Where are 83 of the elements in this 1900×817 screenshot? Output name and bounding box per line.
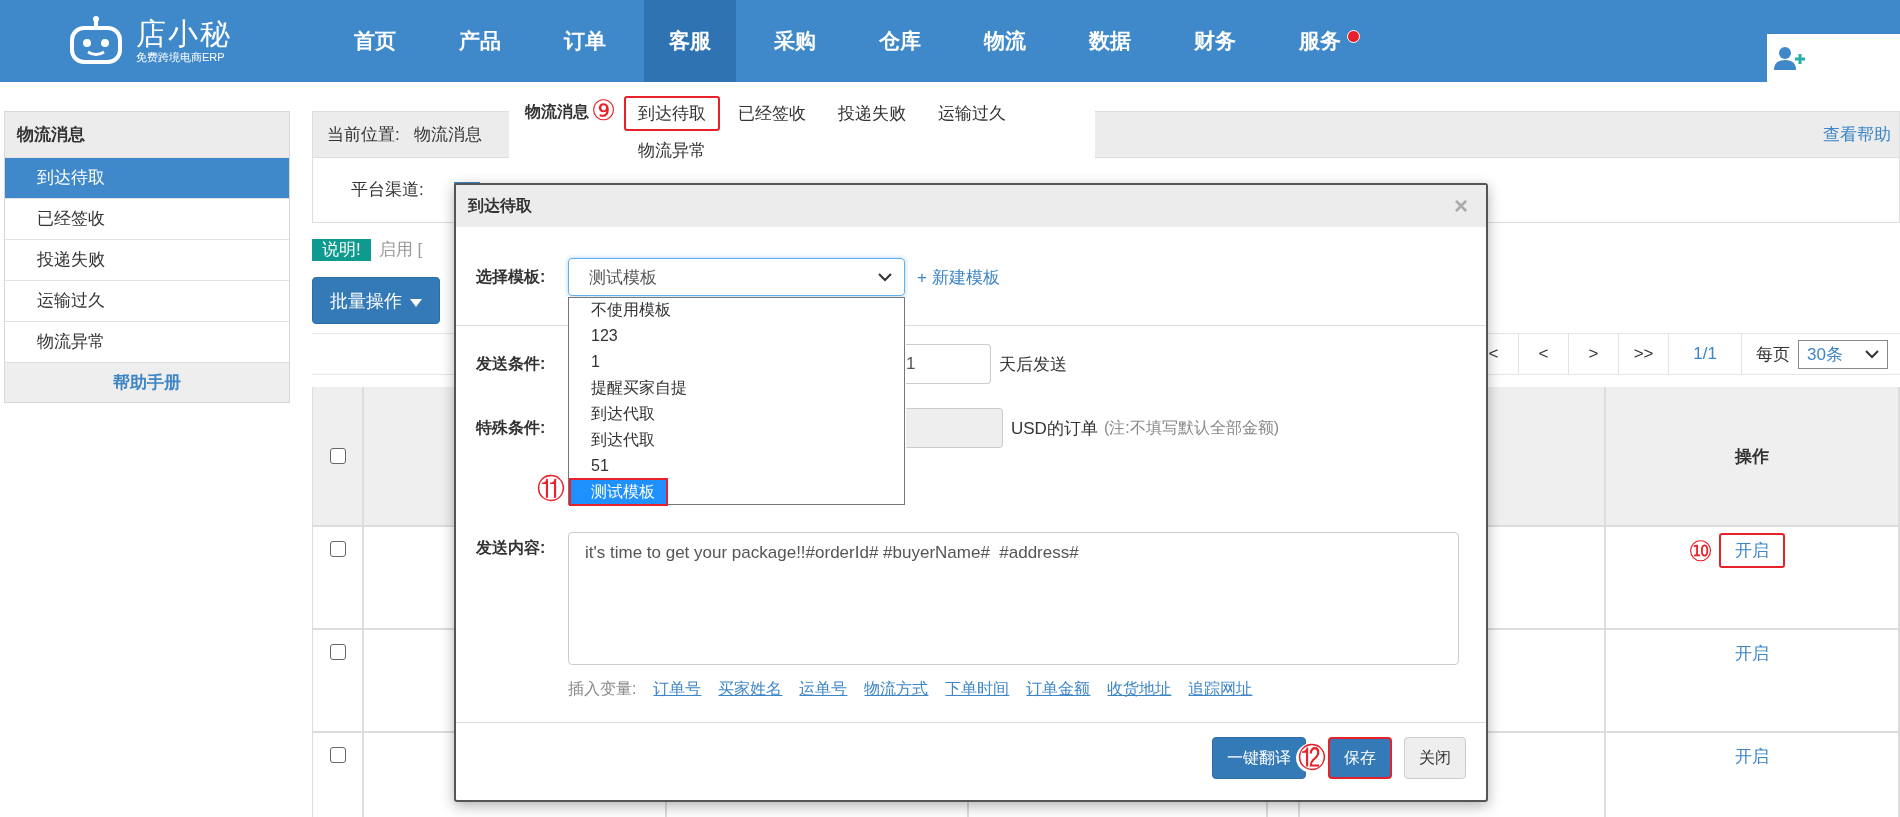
field-note: (注:不填写默认全部金额) bbox=[1103, 417, 1279, 438]
logo-title: 店小秘 bbox=[136, 18, 232, 50]
variable-link[interactable]: 买家姓名 bbox=[718, 679, 783, 700]
checkbox[interactable] bbox=[329, 644, 346, 660]
variable-link[interactable]: 收货地址 bbox=[1107, 679, 1172, 700]
nav-tab[interactable]: 采购 bbox=[749, 0, 841, 82]
dropdown-option[interactable]: 123 bbox=[569, 322, 904, 350]
dialog-title: 到达待取 bbox=[468, 195, 532, 216]
checkbox[interactable] bbox=[329, 448, 346, 464]
sidebar-item[interactable]: 投递失败 bbox=[5, 239, 289, 280]
dropdown-option[interactable]: 1 bbox=[569, 348, 904, 376]
annotation-number: ⑫ bbox=[1296, 743, 1328, 773]
per-page-select[interactable]: 30条 bbox=[1798, 339, 1888, 369]
field-label: 特殊条件: bbox=[476, 417, 547, 438]
logo-subtitle: 免费跨境电商ERP bbox=[136, 50, 226, 64]
dialog-button[interactable]: 关闭 bbox=[1404, 737, 1466, 779]
dropdown-option[interactable]: 不使用模板 bbox=[569, 296, 904, 324]
variable-link[interactable]: 运单号 bbox=[799, 679, 848, 700]
sidebar-item[interactable]: 到达待取 bbox=[5, 157, 289, 198]
user-panel[interactable] bbox=[1767, 34, 1900, 82]
field-suffix: 天后发送 bbox=[999, 353, 1067, 376]
filter-label: 平台渠道: bbox=[351, 179, 424, 201]
batch-actions-button[interactable]: 批量操作 bbox=[312, 277, 440, 324]
dropdown-option[interactable]: 测试模板 bbox=[569, 478, 668, 506]
variables-label: 插入变量: bbox=[568, 679, 637, 699]
sidebar-item[interactable]: 运输过久 bbox=[5, 280, 289, 321]
submenu-item[interactable]: 投递失败 bbox=[824, 96, 921, 131]
field-label: 选择模板: bbox=[476, 266, 547, 287]
help-link[interactable]: 查看帮助 bbox=[1823, 123, 1891, 146]
annotation-number: ⑪ bbox=[537, 474, 565, 504]
enable-link[interactable]: 开启 bbox=[1719, 636, 1785, 671]
message-input-field[interactable]: it's time to get your package!!#orderId# #buyerName# #address# bbox=[568, 532, 1459, 665]
add-user-icon bbox=[1773, 45, 1807, 71]
nav-tab[interactable]: 客服 bbox=[644, 0, 736, 82]
enable-link[interactable]: 开启 bbox=[1719, 533, 1785, 568]
submenu-item[interactable]: 运输过久 bbox=[924, 96, 1021, 131]
days-input-field[interactable]: 1 bbox=[906, 344, 991, 384]
nav-tab[interactable]: 订单 bbox=[539, 0, 631, 82]
nav-tab[interactable]: 产品 bbox=[434, 0, 526, 82]
sidebar-item[interactable]: 已经签收 bbox=[5, 198, 289, 239]
sidebar-title: 物流消息 bbox=[5, 112, 289, 157]
new-template-link[interactable]: + 新建模板 bbox=[917, 265, 1000, 289]
per-page-label: 每页 bbox=[1756, 343, 1791, 366]
page-indicator: 1/1 bbox=[1668, 334, 1743, 374]
chevron-down-icon bbox=[878, 272, 892, 282]
enable-link[interactable]: 开启 bbox=[1719, 739, 1785, 774]
caret-icon bbox=[409, 298, 422, 307]
amount-input-field[interactable] bbox=[906, 408, 1003, 448]
variable-link[interactable]: 订单号 bbox=[653, 679, 702, 700]
variable-link[interactable]: 物流方式 bbox=[864, 679, 929, 700]
nav-tab[interactable]: 财务 bbox=[1169, 0, 1261, 82]
dropdown-option[interactable]: 到达代取 bbox=[569, 400, 904, 428]
nav-tab[interactable]: 数据 bbox=[1064, 0, 1156, 82]
dropdown-option[interactable]: 51 bbox=[569, 452, 904, 480]
breadcrumb-label: 当前位置: bbox=[327, 124, 400, 146]
breadcrumb-link[interactable]: 物流消息 bbox=[413, 123, 482, 146]
nav-tab[interactable]: 服务 bbox=[1274, 0, 1366, 82]
dialog-button[interactable]: 保存 bbox=[1328, 737, 1392, 779]
submenu-item[interactable]: 物流异常 bbox=[624, 133, 721, 168]
field-label: 发送条件: bbox=[476, 353, 547, 374]
submenu-title: 物流消息 bbox=[525, 102, 589, 122]
variable-link[interactable]: 下单时间 bbox=[945, 679, 1010, 700]
annotation-number: ⑨ bbox=[591, 96, 617, 126]
help-manual-link[interactable]: 帮助手册 bbox=[113, 373, 181, 392]
column-header: 操作 bbox=[1735, 445, 1769, 468]
notice-text: 启用 [ bbox=[378, 239, 423, 261]
submenu-item[interactable]: 已经签收 bbox=[724, 96, 821, 131]
checkbox[interactable] bbox=[329, 541, 346, 557]
dropdown-option[interactable]: 到达代取 bbox=[569, 426, 904, 454]
checkbox[interactable] bbox=[329, 747, 346, 763]
nav-tab[interactable]: 物流 bbox=[959, 0, 1051, 82]
variable-link[interactable]: 订单金额 bbox=[1026, 679, 1091, 700]
field-label: 发送内容: bbox=[476, 538, 547, 558]
notice-badge: 说明! bbox=[312, 238, 371, 261]
submenu-item[interactable]: 到达待取 bbox=[624, 96, 721, 131]
nav-tab[interactable]: 仓库 bbox=[854, 0, 946, 82]
dropdown-option[interactable]: 提醒买家自提 bbox=[569, 374, 904, 402]
template-select[interactable]: 测试模板 bbox=[568, 258, 905, 296]
annotation-number: ⑩ bbox=[1687, 537, 1713, 567]
chevron-down-icon bbox=[1865, 349, 1879, 359]
variable-link[interactable]: 追踪网址 bbox=[1188, 679, 1253, 700]
field-suffix: USD的订单 bbox=[1011, 417, 1098, 440]
nav-tab[interactable]: 首页 bbox=[329, 0, 421, 82]
